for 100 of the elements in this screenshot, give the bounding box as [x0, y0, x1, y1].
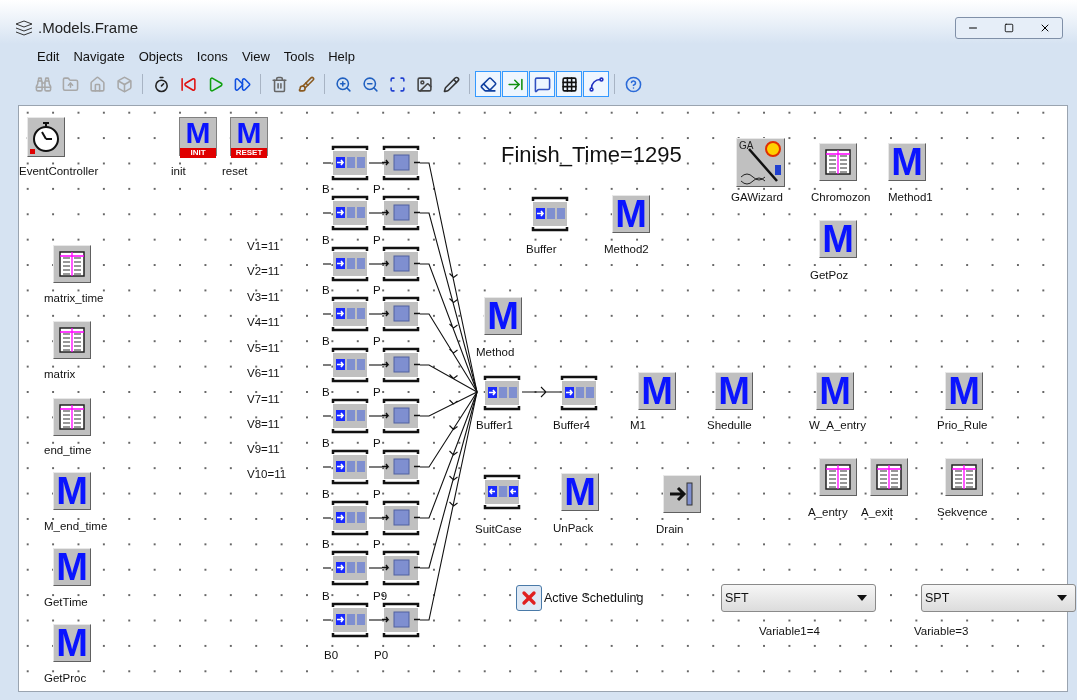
- connector-line: [322, 619, 332, 621]
- buffer-icon[interactable]: [483, 375, 521, 411]
- method-icon[interactable]: M: [53, 472, 91, 510]
- buffer-label: B: [322, 334, 330, 348]
- buffer-icon[interactable]: [331, 500, 369, 536]
- station-icon[interactable]: [382, 500, 420, 536]
- method-icon[interactable]: M: [612, 195, 650, 233]
- stopwatch-icon[interactable]: [27, 117, 65, 157]
- table-icon[interactable]: [945, 458, 983, 496]
- connector-line: [322, 415, 332, 417]
- table-icon[interactable]: [819, 458, 857, 496]
- toolbar-button[interactable]: [583, 71, 609, 97]
- buffer-icon[interactable]: [331, 398, 369, 434]
- connector-line: [322, 567, 332, 569]
- folder-up-icon: [61, 75, 79, 93]
- menu-item[interactable]: Help: [323, 47, 360, 67]
- station-icon[interactable]: [382, 296, 420, 332]
- grid-icon: [560, 75, 578, 93]
- dropdown[interactable]: SPT: [921, 584, 1076, 612]
- buffer-icon[interactable]: [331, 195, 369, 231]
- buffer-label: B: [322, 537, 330, 551]
- menu-item[interactable]: View: [236, 47, 275, 67]
- station-icon[interactable]: [382, 195, 420, 231]
- method-icon[interactable]: M: [945, 372, 983, 410]
- station-icon[interactable]: [382, 145, 420, 181]
- menu-item[interactable]: Tools: [278, 47, 320, 67]
- buffer-icon[interactable]: [331, 550, 369, 586]
- table-icon[interactable]: [819, 143, 857, 181]
- table-icon[interactable]: [53, 245, 91, 283]
- table-icon[interactable]: [53, 398, 91, 436]
- connector-line: [368, 517, 383, 519]
- dropdown[interactable]: SFT: [721, 584, 876, 612]
- caret-icon: [1057, 595, 1067, 601]
- checkbox[interactable]: [516, 585, 542, 611]
- buffer-label: B: [322, 385, 330, 399]
- variable-label: V10=11: [247, 467, 287, 481]
- station-label: P: [373, 436, 381, 450]
- method-icon[interactable]: M: [484, 297, 522, 335]
- drain-icon[interactable]: [663, 475, 701, 513]
- variable-label: V8=11: [247, 417, 280, 431]
- trash-icon: [270, 75, 288, 93]
- station-icon[interactable]: [382, 602, 420, 638]
- connector-line: [322, 517, 332, 519]
- stopwatch-icon: [152, 75, 170, 93]
- comment-icon: [533, 75, 551, 93]
- method-icon[interactable]: M: [561, 473, 599, 511]
- buffer-icon[interactable]: [531, 196, 569, 232]
- object-label: init: [171, 164, 186, 178]
- object-label: GetProc: [44, 671, 87, 685]
- buffer-icon[interactable]: [331, 602, 369, 638]
- menu-item[interactable]: Navigate: [68, 47, 130, 67]
- buffer-icon[interactable]: [331, 449, 369, 485]
- zoom-in-icon: [334, 75, 352, 93]
- fit-icon: [388, 75, 406, 93]
- menu-item[interactable]: Objects: [133, 47, 188, 67]
- object-label: reset: [222, 164, 248, 178]
- station-icon[interactable]: [382, 550, 420, 586]
- method-icon[interactable]: M: [638, 372, 676, 410]
- method-icon[interactable]: M: [53, 548, 91, 586]
- fast-forward-icon: [233, 75, 251, 93]
- method-icon[interactable]: M: [888, 143, 926, 181]
- buffer-icon[interactable]: [331, 347, 369, 383]
- connector-line: [368, 619, 383, 621]
- buffer-icon[interactable]: [331, 296, 369, 332]
- object-label: Buffer4: [553, 418, 590, 432]
- object-label: SuitCase: [475, 522, 522, 536]
- station-icon[interactable]: [382, 398, 420, 434]
- toolbar-button[interactable]: [556, 71, 582, 97]
- toolbar-button[interactable]: [529, 71, 555, 97]
- wizard-icon[interactable]: GA: [736, 138, 785, 187]
- container-icon[interactable]: [483, 474, 521, 510]
- skip-back-icon: [179, 75, 197, 93]
- connector-line: [368, 466, 383, 468]
- station-label: P: [373, 385, 381, 399]
- init-method-icon[interactable]: M INIT: [179, 117, 217, 156]
- table-icon[interactable]: [870, 458, 908, 496]
- buffer-label: B: [322, 487, 330, 501]
- method-icon[interactable]: M: [816, 372, 854, 410]
- buffer-icon[interactable]: [560, 375, 598, 411]
- method-icon[interactable]: M: [715, 372, 753, 410]
- toolbar-button[interactable]: [475, 71, 501, 97]
- object-label: Sekvence: [937, 505, 988, 519]
- menu-item[interactable]: Icons: [191, 47, 233, 67]
- method-icon[interactable]: M: [819, 220, 857, 258]
- object-label: Method1: [888, 190, 933, 204]
- method-icon[interactable]: M: [53, 624, 91, 662]
- variable-label: V7=11: [247, 392, 280, 406]
- close-icon: [1039, 22, 1051, 34]
- buffer-label: B: [322, 182, 330, 196]
- object-label: P0: [374, 648, 389, 662]
- station-icon[interactable]: [382, 246, 420, 282]
- buffer-icon[interactable]: [331, 145, 369, 181]
- station-icon[interactable]: [382, 449, 420, 485]
- object-label: UnPack: [553, 521, 594, 535]
- table-icon[interactable]: [53, 321, 91, 359]
- menu-item[interactable]: Edit: [32, 47, 65, 67]
- buffer-icon[interactable]: [331, 246, 369, 282]
- reset-method-icon[interactable]: M RESET: [230, 117, 268, 156]
- object-label: Buffer1: [476, 418, 513, 432]
- station-icon[interactable]: [382, 347, 420, 383]
